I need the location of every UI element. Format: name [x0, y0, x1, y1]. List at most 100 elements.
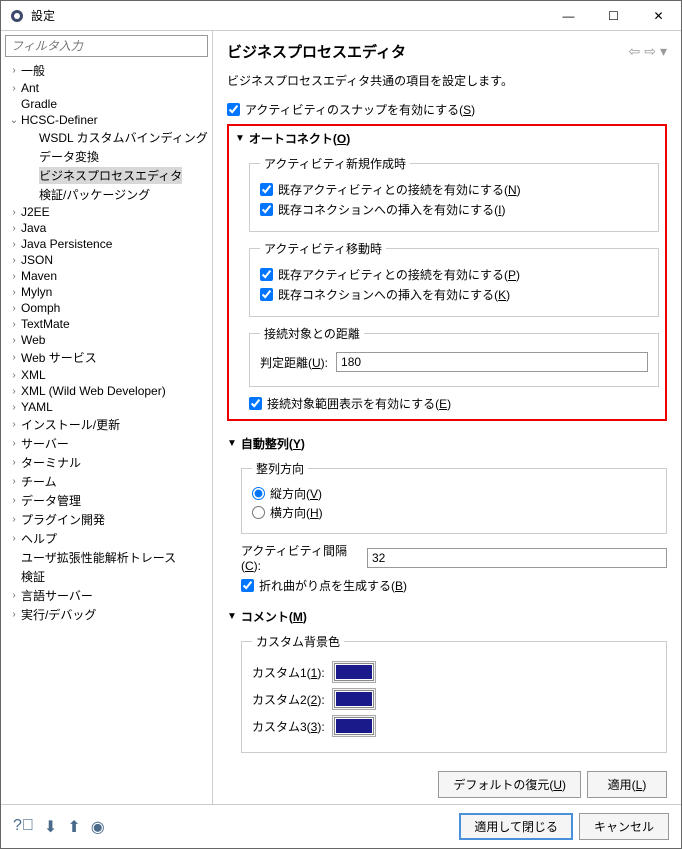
new-ins-checkbox[interactable] — [260, 203, 273, 216]
tree-item[interactable]: ›サーバー — [5, 434, 208, 453]
tree-item[interactable]: ユーザ拡張性能解析トレース — [5, 548, 208, 567]
tree-item[interactable]: ⌄HCSC-Definer — [5, 112, 208, 128]
tree-item-label: Ant — [21, 81, 39, 95]
tree-item-label: Gradle — [21, 97, 57, 111]
minimize-button[interactable]: — — [546, 1, 591, 30]
tree-item[interactable]: ›Maven — [5, 268, 208, 284]
footer: ?⃝ ⬇ ⬆ ◉ 適用して閉じる キャンセル — [1, 804, 681, 848]
chevron-right-icon[interactable]: › — [7, 287, 21, 298]
tree-item[interactable]: データ変換 — [5, 147, 208, 166]
caret-down-icon[interactable]: ▼ — [235, 133, 245, 144]
export-icon[interactable]: ⬆ — [67, 817, 80, 837]
vertical-radio[interactable] — [252, 487, 265, 500]
cancel-button[interactable]: キャンセル — [579, 813, 669, 840]
back-icon[interactable]: ⇦ — [629, 43, 641, 60]
tree-item-label: ターミナル — [21, 454, 81, 471]
move-conn-checkbox[interactable] — [260, 268, 273, 281]
chevron-right-icon[interactable]: › — [7, 609, 21, 620]
tree-item[interactable]: ›Java Persistence — [5, 236, 208, 252]
tree-item[interactable]: ›Java — [5, 220, 208, 236]
move-activity-group: アクティビティ移動時 既存アクティビティとの接続を有効にする(P) 既存コネクシ… — [249, 240, 659, 317]
tree-item[interactable]: ›実行/デバッグ — [5, 605, 208, 624]
tree-item-label: Java — [21, 221, 46, 235]
custom2-color-button[interactable] — [332, 688, 376, 710]
tree-item[interactable]: ›JSON — [5, 252, 208, 268]
chevron-right-icon[interactable]: › — [7, 255, 21, 266]
tree-item-label: Web サービス — [21, 349, 97, 366]
tree-item[interactable]: ›Oomph — [5, 300, 208, 316]
tree-item[interactable]: ›XML (Wild Web Developer) — [5, 383, 208, 399]
custom1-color-button[interactable] — [332, 661, 376, 683]
chevron-right-icon[interactable]: › — [7, 514, 21, 525]
bend-checkbox[interactable] — [241, 579, 254, 592]
chevron-right-icon[interactable]: › — [7, 402, 21, 413]
chevron-right-icon[interactable]: › — [7, 590, 21, 601]
tree-item[interactable]: ›チーム — [5, 472, 208, 491]
tree-item[interactable]: ›Ant — [5, 80, 208, 96]
tree-item[interactable]: ›Web サービス — [5, 348, 208, 367]
new-activity-group: アクティビティ新規作成時 既存アクティビティとの接続を有効にする(N) 既存コネ… — [249, 155, 659, 232]
chevron-right-icon[interactable]: › — [7, 65, 21, 76]
apply-close-button[interactable]: 適用して閉じる — [459, 813, 573, 840]
tree-item[interactable]: ビジネスプロセスエディタ — [5, 166, 208, 185]
tree-item[interactable]: ›ターミナル — [5, 453, 208, 472]
tree-item[interactable]: ›一般 — [5, 61, 208, 80]
chevron-right-icon[interactable]: › — [7, 476, 21, 487]
chevron-down-icon[interactable]: ⌄ — [7, 115, 21, 126]
chevron-right-icon[interactable]: › — [7, 335, 21, 346]
distance-group: 接続対象との距離 判定距離(U): — [249, 325, 659, 387]
chevron-right-icon[interactable]: › — [7, 386, 21, 397]
chevron-right-icon[interactable]: › — [7, 207, 21, 218]
filter-input[interactable] — [5, 35, 208, 57]
tree-item[interactable]: ›インストール/更新 — [5, 415, 208, 434]
tree-item[interactable]: ›J2EE — [5, 204, 208, 220]
chevron-right-icon[interactable]: › — [7, 83, 21, 94]
tree-item-label: Java Persistence — [21, 237, 112, 251]
import-icon[interactable]: ⬇ — [44, 817, 57, 837]
range-checkbox[interactable] — [249, 397, 262, 410]
maximize-button[interactable]: ☐ — [591, 1, 636, 30]
gap-input[interactable] — [367, 548, 667, 568]
forward-icon[interactable]: ⇨ — [644, 43, 656, 60]
tree-item[interactable]: ›データ管理 — [5, 491, 208, 510]
chevron-right-icon[interactable]: › — [7, 352, 21, 363]
chevron-right-icon[interactable]: › — [7, 419, 21, 430]
caret-down-icon[interactable]: ▼ — [227, 611, 237, 622]
move-ins-checkbox[interactable] — [260, 288, 273, 301]
chevron-right-icon[interactable]: › — [7, 271, 21, 282]
tree-item[interactable]: 検証 — [5, 567, 208, 586]
tree-item[interactable]: ›Mylyn — [5, 284, 208, 300]
close-button[interactable]: ✕ — [636, 1, 681, 30]
chevron-right-icon[interactable]: › — [7, 533, 21, 544]
chevron-right-icon[interactable]: › — [7, 457, 21, 468]
chevron-right-icon[interactable]: › — [7, 319, 21, 330]
tree-item[interactable]: WSDL カスタムバインディング — [5, 128, 208, 147]
caret-down-icon[interactable]: ▼ — [227, 438, 237, 449]
custom3-color-button[interactable] — [332, 715, 376, 737]
chevron-right-icon[interactable]: › — [7, 303, 21, 314]
tree-item[interactable]: ›Web — [5, 332, 208, 348]
chevron-right-icon[interactable]: › — [7, 239, 21, 250]
horizontal-radio[interactable] — [252, 506, 265, 519]
restore-defaults-button[interactable]: デフォルトの復元(U) — [438, 771, 581, 798]
tree-item[interactable]: Gradle — [5, 96, 208, 112]
tree-item[interactable]: ›プラグイン開発 — [5, 510, 208, 529]
chevron-right-icon[interactable]: › — [7, 438, 21, 449]
chevron-right-icon[interactable]: › — [7, 223, 21, 234]
snap-checkbox[interactable] — [227, 103, 240, 116]
new-conn-checkbox[interactable] — [260, 183, 273, 196]
tree-item[interactable]: ›言語サーバー — [5, 586, 208, 605]
apply-button[interactable]: 適用(L) — [587, 771, 667, 798]
oomph-icon[interactable]: ◉ — [91, 817, 105, 837]
help-icon[interactable]: ?⃝ — [13, 817, 34, 837]
tree-item[interactable]: ›ヘルプ — [5, 529, 208, 548]
tree-item[interactable]: 検証/パッケージング — [5, 185, 208, 204]
distance-input[interactable] — [336, 352, 648, 372]
tree-item[interactable]: ›YAML — [5, 399, 208, 415]
nav-buttons: ⇦ ⇨ ▾ — [629, 43, 668, 60]
tree-item[interactable]: ›TextMate — [5, 316, 208, 332]
menu-icon[interactable]: ▾ — [660, 43, 667, 60]
chevron-right-icon[interactable]: › — [7, 495, 21, 506]
tree-item[interactable]: ›XML — [5, 367, 208, 383]
chevron-right-icon[interactable]: › — [7, 370, 21, 381]
